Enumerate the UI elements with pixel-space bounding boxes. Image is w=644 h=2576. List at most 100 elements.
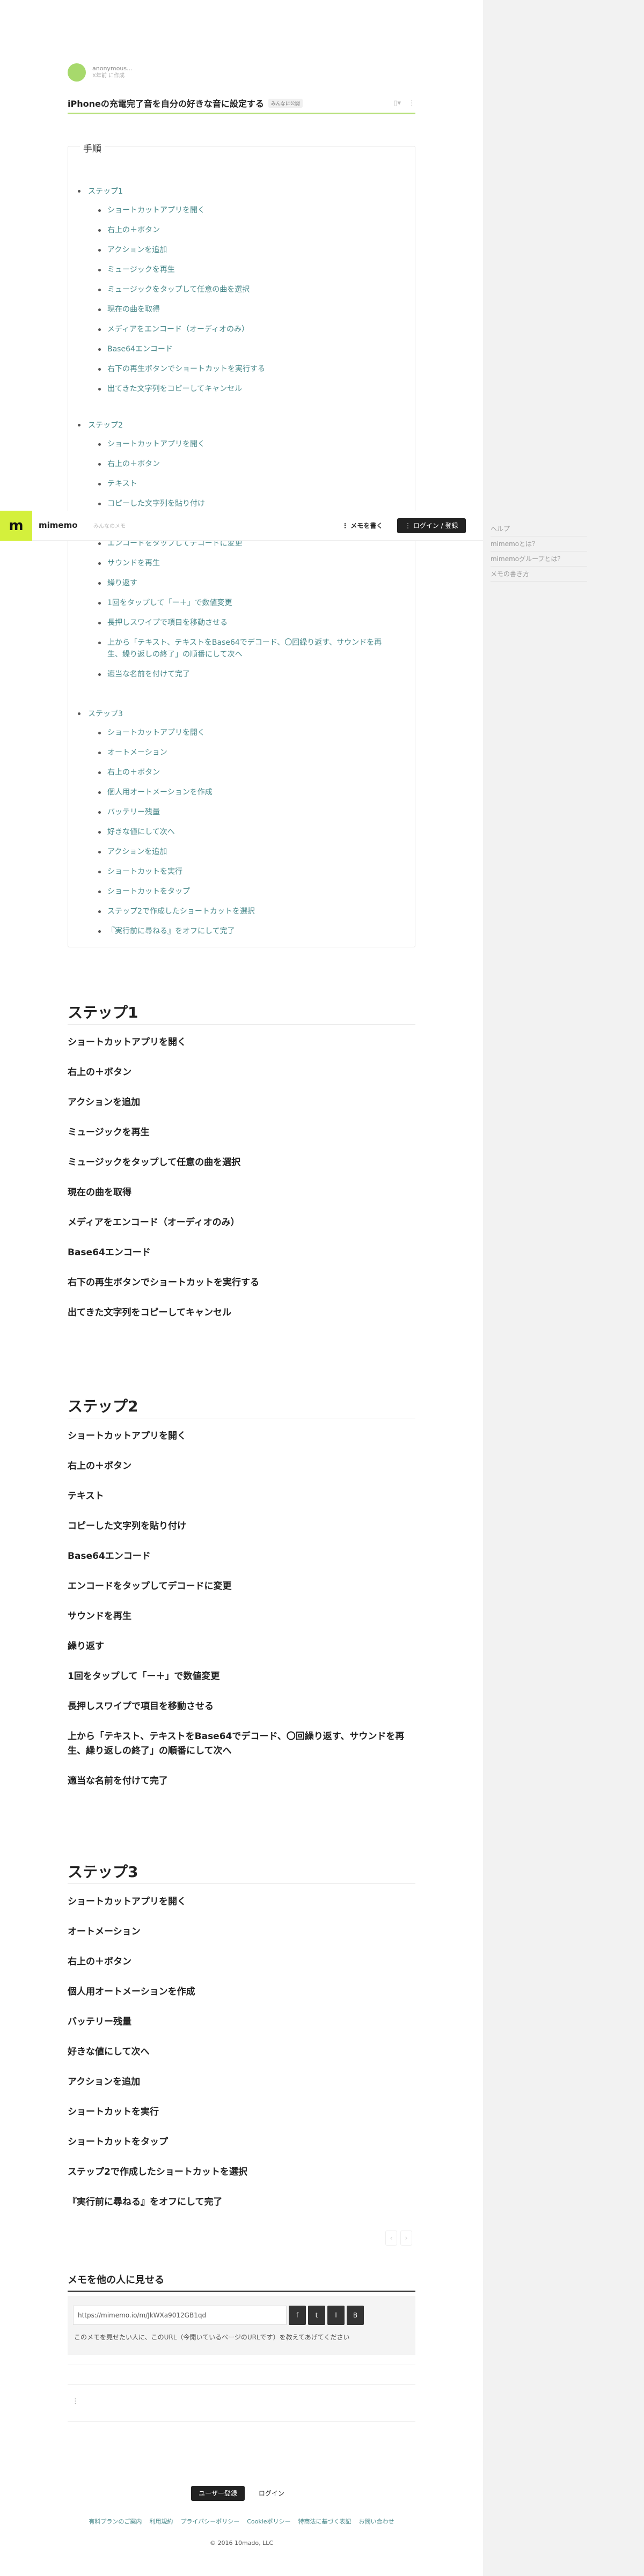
toc-item-label: 適当な名前を付けて完了 (107, 670, 190, 679)
site-header: m mimemo みんなのメモ ⋮ メモを書く ⋮ ログイン / 登録 (0, 511, 483, 541)
section-heading: ステップ1 (68, 1001, 415, 1025)
step-heading: 現在の曲を取得 (68, 1187, 131, 1198)
search-input[interactable]: みんなのメモ (93, 521, 126, 529)
toc-item[interactable]: アクションを追加 (98, 846, 388, 858)
author-info: anonymous... X年前 に作成 (68, 63, 133, 82)
toc-item[interactable]: ショートカットアプリを開く (98, 438, 388, 450)
toc-item[interactable]: 現在の曲を取得 (98, 304, 388, 315)
copyright: © 2016 10mado, LLC (209, 2540, 274, 2546)
sidebar-item-help[interactable]: ヘルプ (491, 521, 587, 536)
toc-item[interactable]: 1回をタップして「ー＋」で数値変更 (98, 597, 388, 609)
logo[interactable]: m (0, 511, 32, 541)
toc-item-label: オートメーション (107, 748, 167, 757)
memo-title-wrap: iPhoneの充電完了音を自分の好きな音に設定する みんなに公開 (68, 97, 303, 109)
toc-item-label: 好きな値にして次へ (107, 828, 175, 836)
footer-link[interactable]: 利用規約 (149, 2517, 173, 2526)
hatena-icon[interactable]: B (347, 2306, 364, 2325)
footer-link[interactable]: お問い合わせ (359, 2517, 394, 2526)
toc-title: 手順 (80, 141, 105, 154)
toc-item[interactable]: 長押しスワイプで項目を移動させる (98, 617, 388, 629)
comment-box: ⋮ (68, 2384, 415, 2422)
step-heading: アクションを追加 (68, 1097, 141, 1108)
step-heading: バッテリー残量 (68, 2016, 131, 2027)
toc-item[interactable]: テキスト (98, 478, 388, 490)
toc-item-label: 右上の＋ボタン (107, 226, 160, 234)
login-button[interactable]: ⋮ ログイン / 登録 (397, 518, 466, 533)
more-icon[interactable]: ⋮ (408, 99, 415, 107)
toc-item-label: 現在の曲を取得 (107, 305, 160, 314)
toc-item[interactable]: 繰り返す (98, 577, 388, 589)
toc-item[interactable]: オートメーション (98, 747, 388, 759)
avatar[interactable] (68, 63, 86, 82)
step-section: ステップ1 ショートカットアプリを開く 右上の＋ボタン アクションを追加 ミュージックを… (68, 1001, 415, 1336)
toc-item[interactable]: 上から「テキスト、テキストをBase64でデコード、〇回繰り返す、サウンドを再生… (98, 637, 388, 660)
toc-item[interactable]: ショートカットアプリを開く (98, 204, 388, 216)
toc-item-label: 長押しスワイプで項目を移動させる (107, 619, 228, 627)
prev-page-button[interactable]: ‹ (385, 2231, 397, 2246)
toc-item-label: 上から「テキスト、テキストをBase64でデコード、〇回繰り返す、サウンドを再生… (107, 638, 382, 659)
toc-group-link[interactable]: ステップ3 (78, 708, 388, 719)
step-heading: 右上の＋ボタン (68, 1956, 131, 1967)
toc-item[interactable]: コピーした文字列を貼り付け (98, 498, 388, 510)
toc-item-label: 『実行前に尋ねる』をオフにして完了 (107, 927, 235, 936)
register-button[interactable]: ユーザー登録 (191, 2486, 245, 2501)
footer-link[interactable]: 特商法に基づく表記 (298, 2517, 352, 2526)
twitter-icon[interactable]: t (308, 2306, 325, 2325)
step-heading: ステップ2で作成したショートカットを選択 (68, 2167, 247, 2177)
toc-item[interactable]: 右下の再生ボタンでショートカットを実行する (98, 363, 388, 375)
toc-item[interactable]: 適当な名前を付けて完了 (98, 668, 388, 680)
sidebar-item-groups[interactable]: mimemoグループとは？ (491, 551, 587, 566)
toc-item[interactable]: 『実行前に尋ねる』をオフにして完了 (98, 925, 388, 937)
step-heading: ミュージックを再生 (68, 1127, 150, 1138)
more-icon[interactable]: ⋮ (72, 2397, 79, 2405)
toc-item[interactable]: 右上の＋ボタン (98, 458, 388, 470)
toc-item[interactable]: ミュージックをタップして任意の曲を選択 (98, 284, 388, 296)
toc-item-label: アクションを追加 (107, 848, 167, 856)
toc-item[interactable]: ショートカットをタップ (98, 886, 388, 897)
toc-item[interactable]: 好きな値にして次へ (98, 826, 388, 838)
logo-text[interactable]: mimemo (39, 520, 78, 530)
sidebar-item-howto[interactable]: メモの書き方 (491, 566, 587, 582)
line-icon[interactable]: l (327, 2306, 345, 2325)
toc-item[interactable]: ショートカットアプリを開く (98, 727, 388, 739)
visibility-badge: みんなに公開 (268, 98, 303, 108)
step-heading: メディアをエンコード（オーディオのみ） (68, 1217, 240, 1228)
toc-item[interactable]: ミュージックを再生 (98, 264, 388, 276)
toc-item[interactable]: Base64エンコード (98, 343, 388, 355)
toc-group-link[interactable]: ステップ1 (78, 185, 388, 197)
toc-item[interactable]: メディアをエンコード（オーディオのみ） (98, 323, 388, 335)
sidebar-background (483, 0, 644, 2576)
toc-item[interactable]: ショートカットを実行 (98, 866, 388, 878)
toc-item[interactable]: バッテリー残量 (98, 806, 388, 818)
write-memo-button[interactable]: ⋮ メモを書く (335, 518, 389, 533)
toc-item[interactable]: 個人用オートメーションを作成 (98, 786, 388, 798)
author-name[interactable]: anonymous... (92, 65, 133, 72)
sidebar-item-about[interactable]: mimemoとは？ (491, 536, 587, 551)
footer-buttons: ユーザー登録 ログイン (68, 2486, 415, 2501)
bookmark-icon[interactable]: ▯▾ (393, 99, 401, 107)
footer-link[interactable]: プライバシーポリシー (180, 2517, 239, 2526)
toc-group-link[interactable]: ステップ2 (78, 419, 388, 431)
toc-item[interactable]: 出てきた文字列をコピーしてキャンセル (98, 383, 388, 395)
share-url-field[interactable]: https://mimemo.io/m/JkWXa9012GB1qd (73, 2306, 287, 2325)
step-heading: 右上の＋ボタン (68, 1461, 131, 1471)
facebook-icon[interactable]: f (289, 2306, 306, 2325)
toc-item[interactable]: 右上の＋ボタン (98, 767, 388, 778)
toc-item[interactable]: 右上の＋ボタン (98, 224, 388, 236)
toc-item[interactable]: ステップ2で作成したショートカットを選択 (98, 906, 388, 917)
toc-item[interactable]: サウンドを再生 (98, 557, 388, 569)
footer-link[interactable]: Cookieポリシー (247, 2517, 290, 2526)
toc-item-label: 繰り返す (107, 579, 137, 587)
step-heading: 繰り返す (68, 1641, 104, 1652)
toc-item-label: サウンドを再生 (107, 559, 160, 568)
toc-item[interactable]: アクションを追加 (98, 244, 388, 256)
footer-link[interactable]: 有料プランのご案内 (89, 2517, 142, 2526)
step-section: ステップ3 ショートカットアプリを開く オートメーション 右上の＋ボタン 個人用オートメ… (68, 1860, 415, 2225)
step-heading: ショートカットを実行 (68, 2107, 159, 2117)
footer-login-button[interactable]: ログイン (251, 2486, 292, 2501)
toc-item-label: コピーした文字列を貼り付け (107, 499, 205, 508)
next-page-button[interactable]: › (400, 2231, 412, 2246)
step-heading: 1回をタップして「ー＋」で数値変更 (68, 1671, 220, 1682)
